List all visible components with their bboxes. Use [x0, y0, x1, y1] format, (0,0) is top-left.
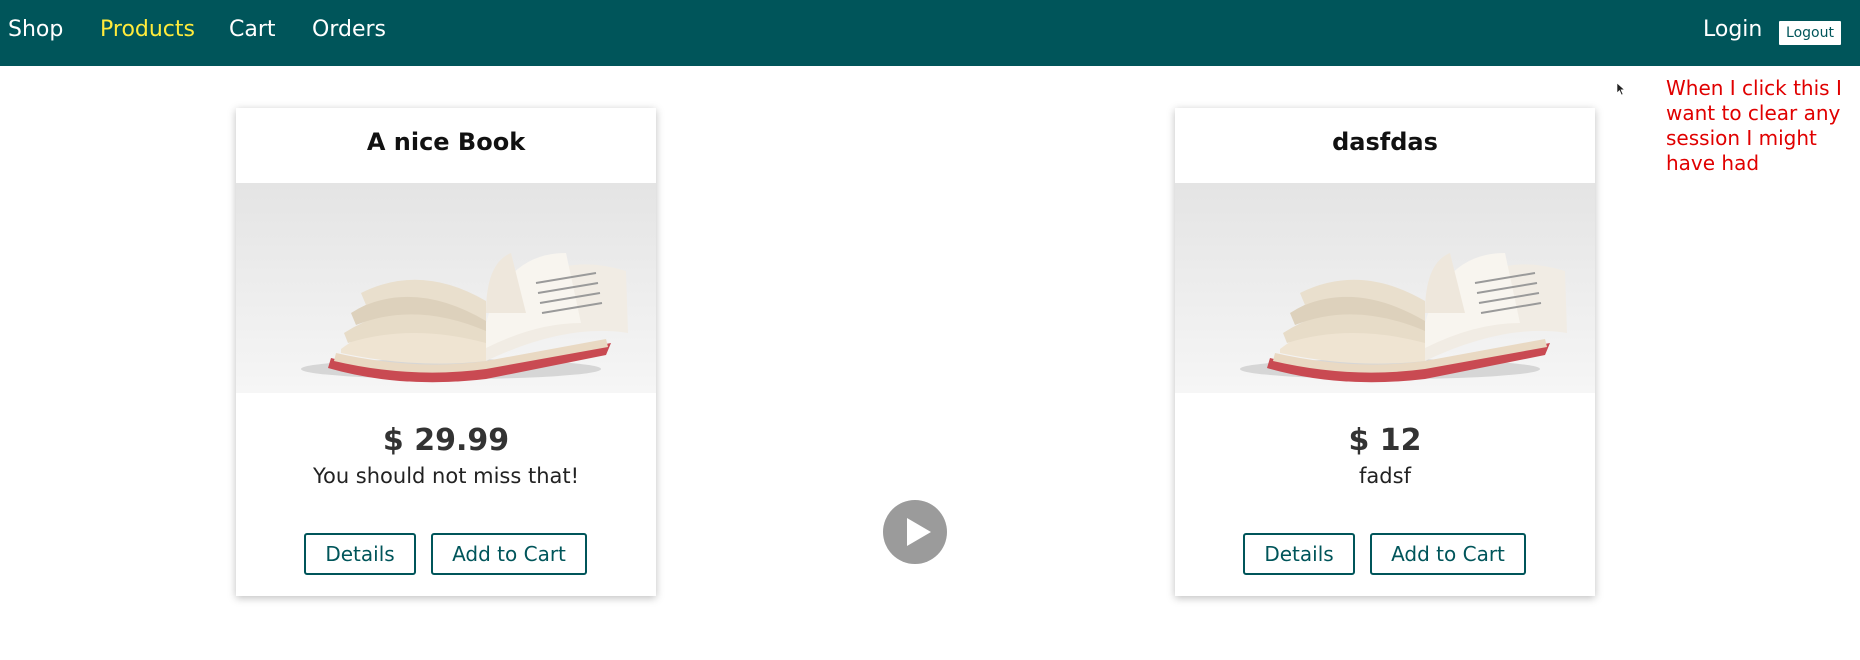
top-nav: Shop Products Cart Orders Login Logout — [0, 0, 1860, 66]
nav-item-cart[interactable]: Cart — [229, 12, 276, 48]
product-price: $ 29.99 — [382, 423, 510, 458]
annotation-note: When I click this I want to clear any se… — [1666, 76, 1842, 175]
add-to-cart-button[interactable]: Add to Cart — [431, 533, 587, 575]
nav-item-login[interactable]: Login — [1703, 12, 1762, 48]
details-button[interactable]: Details — [1243, 533, 1355, 575]
open-book-image — [236, 183, 656, 393]
add-to-cart-button[interactable]: Add to Cart — [1370, 533, 1526, 575]
open-book-image — [1175, 183, 1595, 393]
logout-button[interactable]: Logout — [1778, 20, 1842, 46]
product-title: A nice Book — [366, 128, 526, 156]
product-price: $ 12 — [1348, 423, 1422, 458]
nav-item-products[interactable]: Products — [100, 12, 195, 48]
product-card: dasfdas $ 12 fadsf Details Add to Cart — [1175, 108, 1595, 596]
product-title: dasfdas — [1332, 128, 1438, 156]
mouse-pointer-icon — [1616, 82, 1626, 96]
product-description: fadsf — [1359, 464, 1411, 488]
product-card: A nice Book $ 29.99 You should not miss … — [236, 108, 656, 596]
product-description: You should not miss that! — [312, 464, 580, 488]
details-button[interactable]: Details — [304, 533, 416, 575]
nav-item-shop[interactable]: Shop — [8, 12, 63, 48]
play-icon[interactable] — [882, 499, 948, 565]
nav-item-orders[interactable]: Orders — [312, 12, 386, 48]
